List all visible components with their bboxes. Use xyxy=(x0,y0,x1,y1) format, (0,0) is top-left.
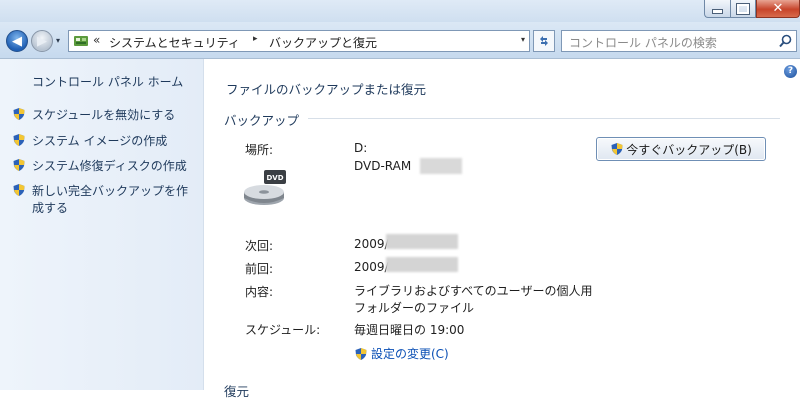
schedule-value: 毎週日曜日の 19:00 xyxy=(354,323,465,337)
redacted-text xyxy=(420,158,462,174)
close-button[interactable]: ✕ xyxy=(756,0,800,18)
search-input[interactable]: コントロール パネルの検索 xyxy=(561,30,797,52)
sidebar-task-label: システム イメージの作成 xyxy=(32,134,168,148)
uac-shield-icon xyxy=(611,143,623,155)
last-backup-label: 前回: xyxy=(245,262,274,276)
sidebar-task-label: 新しい完全バックアップを作成する xyxy=(32,184,189,215)
refresh-button[interactable] xyxy=(533,30,555,52)
location-label: 場所: xyxy=(245,143,274,157)
back-button[interactable]: ◀ xyxy=(6,30,28,52)
section-heading-restore: 復元 xyxy=(224,384,250,399)
search-icon xyxy=(779,34,792,48)
uac-shield-icon xyxy=(13,159,25,171)
window-title-bar: ✕ xyxy=(0,0,800,22)
section-divider xyxy=(308,118,780,119)
sidebar-task-create-full-backup[interactable]: 新しい完全バックアップを作成する xyxy=(12,183,197,217)
close-icon: ✕ xyxy=(772,0,784,16)
uac-shield-icon xyxy=(13,108,25,120)
uac-shield-icon xyxy=(355,347,367,360)
backup-now-button[interactable]: 今すぐバックアップ(B) xyxy=(596,137,766,161)
dvd-icon-label: DVD xyxy=(266,174,283,182)
minimize-icon xyxy=(712,9,723,14)
search-placeholder: コントロール パネルの検索 xyxy=(569,36,717,50)
help-icon[interactable]: ? xyxy=(784,65,797,78)
navigation-bar: ◀ ▶ ▾ « システムとセキュリティ ▸ バックアップと復元 ▾ コントロール… xyxy=(0,22,800,59)
redacted-text xyxy=(386,257,458,272)
address-overflow-chevron[interactable]: « xyxy=(93,33,100,47)
uac-shield-icon xyxy=(13,184,25,196)
breadcrumb-system-security[interactable]: システムとセキュリティ xyxy=(109,34,240,51)
sidebar-task-label: システム修復ディスクの作成 xyxy=(32,159,187,173)
drive-name-value: DVD-RAM xyxy=(354,159,412,173)
caption-buttons: ✕ xyxy=(704,0,800,18)
schedule-label: スケジュール: xyxy=(245,323,321,337)
section-heading-backup: バックアップ xyxy=(224,113,300,128)
recent-pages-dropdown[interactable]: ▾ xyxy=(56,36,60,45)
page-title: ファイルのバックアップまたは復元 xyxy=(226,82,427,97)
next-backup-value: 2009/ xyxy=(354,237,389,251)
uac-shield-icon xyxy=(13,134,25,146)
location-value: D: xyxy=(354,141,368,155)
main-content: ? ファイルのバックアップまたは復元 バックアップ 場所: D: DVD-RAM… xyxy=(204,59,800,399)
backup-now-label: 今すぐバックアップ(B) xyxy=(626,142,752,157)
breadcrumb-separator-icon[interactable]: ▸ xyxy=(253,34,258,44)
contents-value: ライブラリおよびすべてのユーザーの個人用フォルダーのファイル xyxy=(354,284,593,315)
refresh-icon xyxy=(540,36,548,46)
sidebar-task-pane: コントロール パネル ホーム スケジュールを無効にする システム イメージの作成… xyxy=(0,59,204,390)
redacted-text xyxy=(386,234,458,249)
change-settings-link[interactable]: 設定の変更(C) xyxy=(354,345,449,362)
address-history-dropdown[interactable]: ▾ xyxy=(521,35,525,44)
address-bar[interactable]: « システムとセキュリティ ▸ バックアップと復元 ▾ xyxy=(68,30,530,52)
next-backup-label: 次回: xyxy=(245,239,274,253)
forward-button[interactable]: ▶ xyxy=(31,30,53,52)
sidebar-task-create-repair-disc[interactable]: システム修復ディスクの作成 xyxy=(12,158,187,175)
sidebar-link-control-panel-home[interactable]: コントロール パネル ホーム xyxy=(32,73,183,90)
contents-label: 内容: xyxy=(245,285,274,299)
maximize-button[interactable] xyxy=(730,0,756,18)
change-settings-label: 設定の変更(C) xyxy=(371,347,449,361)
dvd-drive-icon: DVD xyxy=(244,170,286,205)
sidebar-task-create-system-image[interactable]: システム イメージの作成 xyxy=(12,133,167,150)
sidebar-task-label: スケジュールを無効にする xyxy=(32,108,176,122)
maximize-icon xyxy=(736,2,750,15)
control-panel-icon xyxy=(74,36,88,46)
back-arrow-icon: ◀ xyxy=(12,33,22,49)
forward-arrow-icon: ▶ xyxy=(37,33,47,49)
minimize-button[interactable] xyxy=(704,0,730,18)
sidebar-task-disable-schedule[interactable]: スケジュールを無効にする xyxy=(12,107,175,124)
last-backup-value: 2009/ xyxy=(354,260,389,274)
breadcrumb-backup-restore[interactable]: バックアップと復元 xyxy=(269,34,377,51)
